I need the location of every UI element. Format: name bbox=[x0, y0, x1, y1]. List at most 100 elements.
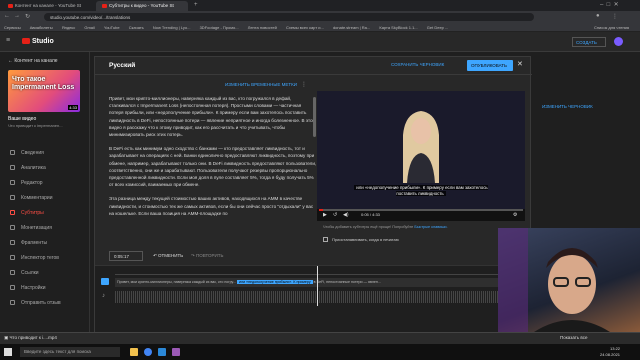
webcam-overlay bbox=[498, 228, 640, 332]
avatar[interactable] bbox=[614, 37, 623, 46]
caption-track[interactable]: Привет, мои крипто-миллионеры, наверняка… bbox=[115, 278, 525, 287]
rewind-icon[interactable]: ↺ bbox=[333, 212, 337, 218]
window-controls[interactable]: – □ ✕ bbox=[600, 1, 619, 8]
bookmark[interactable]: Авиабилеты bbox=[26, 23, 57, 31]
streamer-image bbox=[498, 228, 610, 332]
browser-tab-bar: Контент на канале - YouTube St Субтитры … bbox=[0, 0, 640, 11]
bookmark[interactable]: Яндекс bbox=[58, 23, 79, 31]
bookmark[interactable]: Схемы всех карт и... bbox=[282, 23, 328, 31]
presenter-image bbox=[403, 111, 439, 183]
gear-icon bbox=[10, 285, 15, 291]
current-time-field[interactable]: 0:05:17 bbox=[109, 251, 143, 261]
reload-icon[interactable]: ↻ bbox=[25, 13, 30, 20]
video-thumbnail[interactable]: Что такое Impermanent Loss 4:33 bbox=[8, 70, 80, 112]
sidebar-item-settings[interactable]: Настройки bbox=[10, 285, 46, 291]
checkbox[interactable] bbox=[323, 237, 328, 243]
redo-button[interactable]: ↷ ПОВТОРИТЬ bbox=[191, 253, 223, 259]
settings-gear-icon[interactable]: ⚙ bbox=[513, 212, 517, 218]
link-icon bbox=[10, 270, 15, 276]
edit-draft-link[interactable]: ИЗМЕНИТЬ ЧЕРНОВИК bbox=[542, 104, 593, 109]
back-to-content[interactable]: ← Контент на канале bbox=[8, 58, 58, 64]
url-field[interactable]: studio.youtube.com/video/.../translation… bbox=[44, 13, 534, 21]
bookmark[interactable]: Сервисы bbox=[0, 23, 25, 31]
sidebar-item-details[interactable]: Сведения bbox=[10, 150, 44, 156]
playhead[interactable] bbox=[317, 266, 318, 306]
selected-caption[interactable]: или «недополучение прибыли». К примеру bbox=[236, 280, 313, 284]
subtitle-text-area[interactable]: Привет, мои крипто-миллионеры, наверняка… bbox=[109, 95, 317, 247]
bookmark[interactable]: donate.stream | Ra... bbox=[329, 23, 374, 31]
video-heading: Ваше видео bbox=[8, 116, 37, 122]
bookmark[interactable]: 3DFootage - Промо... bbox=[196, 23, 243, 31]
system-clock: 13:22 24.08.2021 bbox=[600, 346, 621, 357]
timeline[interactable]: Привет, мои крипто-миллионеры, наверняка… bbox=[95, 265, 532, 337]
volume-icon[interactable]: ◀) bbox=[343, 212, 349, 218]
profile-icon[interactable]: ● bbox=[596, 13, 600, 19]
bookmark[interactable]: Get Deep ... bbox=[423, 23, 453, 31]
bookmark[interactable]: Gmail bbox=[80, 23, 98, 31]
back-icon[interactable]: ← bbox=[4, 13, 10, 19]
subtitles-icon bbox=[10, 210, 15, 216]
play-icon[interactable]: ▶ bbox=[323, 212, 327, 218]
address-bar: ← → ↻ studio.youtube.com/video/.../trans… bbox=[0, 11, 640, 23]
youtube-icon bbox=[102, 3, 107, 8]
download-item[interactable]: ▣ Что приводит к i....mp4 bbox=[4, 335, 57, 341]
windows-start-icon[interactable] bbox=[4, 348, 12, 356]
sidebar-item-editor[interactable]: Редактор bbox=[10, 180, 43, 186]
show-all-downloads[interactable]: Показать все bbox=[560, 335, 587, 340]
menu-icon[interactable]: ⋮ bbox=[612, 13, 618, 20]
video-controls: ▶ ↺ ◀) 0:05 / 4:33 ⚙ bbox=[317, 209, 525, 221]
save-draft-button[interactable]: СОХРАНИТЬ ЧЕРНОВИК bbox=[391, 62, 444, 67]
taskbar: Введите здесь текст для поиска 13:22 24.0… bbox=[0, 344, 640, 360]
sidebar-item-comments[interactable]: Комментарии bbox=[10, 195, 53, 201]
new-tab-button[interactable]: + bbox=[194, 2, 198, 8]
close-icon[interactable]: ✕ bbox=[517, 60, 523, 68]
download-bar: ▣ Что приводит к i....mp4 Показать все bbox=[0, 332, 640, 344]
bookmark[interactable]: Лента новостей bbox=[244, 23, 281, 31]
studio-logo[interactable]: Studio bbox=[22, 38, 54, 45]
pencil-icon bbox=[10, 150, 15, 156]
publish-button[interactable]: ОПУБЛИКОВАТЬ bbox=[467, 60, 513, 71]
forward-icon[interactable]: → bbox=[14, 13, 20, 19]
app-icon[interactable] bbox=[158, 348, 166, 356]
chrome-icon[interactable] bbox=[144, 348, 152, 356]
folder-icon[interactable] bbox=[130, 348, 138, 356]
bookmarks-bar: Сервисы Авиабилеты Яндекс Gmail YouTube … bbox=[0, 23, 640, 32]
video-player[interactable]: или «недополучение прибыли». К примеру е… bbox=[317, 91, 525, 209]
bookmark[interactable]: Карта SkyBlock 1.1... bbox=[375, 23, 421, 31]
tab-subtitles[interactable]: Субтитры к видео - YouTube St bbox=[96, 1, 188, 11]
sidebar-item-analytics[interactable]: Аналитика bbox=[10, 165, 46, 171]
bookmark[interactable]: YouTube bbox=[100, 23, 124, 31]
sidebar-item-links[interactable]: Ссылки bbox=[10, 270, 39, 276]
film-icon bbox=[10, 180, 15, 186]
bookmark[interactable]: Now Trending | Lyo... bbox=[149, 23, 195, 31]
sidebar-item-tag-inspector[interactable]: Инспектор тегов bbox=[10, 255, 59, 261]
sidebar-item-subtitles[interactable]: Субтитры bbox=[10, 210, 44, 216]
feedback-icon bbox=[10, 300, 15, 306]
captions-track-icon bbox=[101, 278, 109, 285]
edit-timings-button[interactable]: ИЗМЕНИТЬ ВРЕМЕННЫЕ МЕТКИ bbox=[225, 82, 297, 87]
app-icon[interactable] bbox=[172, 348, 180, 356]
subtitle-editor-dialog: Русский СОХРАНИТЬ ЧЕРНОВИК ОПУБЛИКОВАТЬ … bbox=[94, 56, 532, 337]
sidebar-item-feedback[interactable]: Отправить отзыв bbox=[10, 300, 61, 306]
reading-list[interactable]: Список для чтения bbox=[590, 23, 633, 31]
video-subtitle: Что приводит к impermanen... bbox=[8, 123, 63, 128]
hamburger-icon[interactable]: ≡ bbox=[6, 37, 10, 44]
more-options-icon[interactable]: ⋮ bbox=[301, 81, 307, 88]
music-note-icon: ♪ bbox=[102, 293, 105, 299]
sidebar-item-monetization[interactable]: Монетизация bbox=[10, 225, 52, 231]
shortcuts-link[interactable]: Быстрые клавиши. bbox=[414, 225, 447, 229]
pause-while-typing-option[interactable]: Приостанавливать, когда я печатаю bbox=[323, 237, 399, 243]
dialog-title: Русский bbox=[109, 62, 136, 69]
taskbar-search[interactable]: Введите здесь текст для поиска bbox=[20, 347, 120, 357]
dialog-header: Русский СОХРАНИТЬ ЧЕРНОВИК ОПУБЛИКОВАТЬ … bbox=[95, 57, 532, 75]
sidebar-item-clips[interactable]: Фрагменты bbox=[10, 240, 47, 246]
create-button[interactable]: СОЗДАТЬ bbox=[572, 37, 606, 47]
bookmark[interactable]: Скачать bbox=[125, 23, 148, 31]
dollar-icon bbox=[10, 225, 15, 231]
scrollbar[interactable] bbox=[313, 97, 316, 137]
undo-button[interactable]: ↶ ОТМЕНИТЬ bbox=[153, 253, 183, 259]
comment-icon bbox=[10, 195, 15, 201]
tab-content[interactable]: Контент на канале - YouTube St bbox=[2, 1, 94, 11]
video-progress-bar[interactable] bbox=[319, 209, 523, 211]
youtube-logo-icon bbox=[22, 38, 30, 45]
